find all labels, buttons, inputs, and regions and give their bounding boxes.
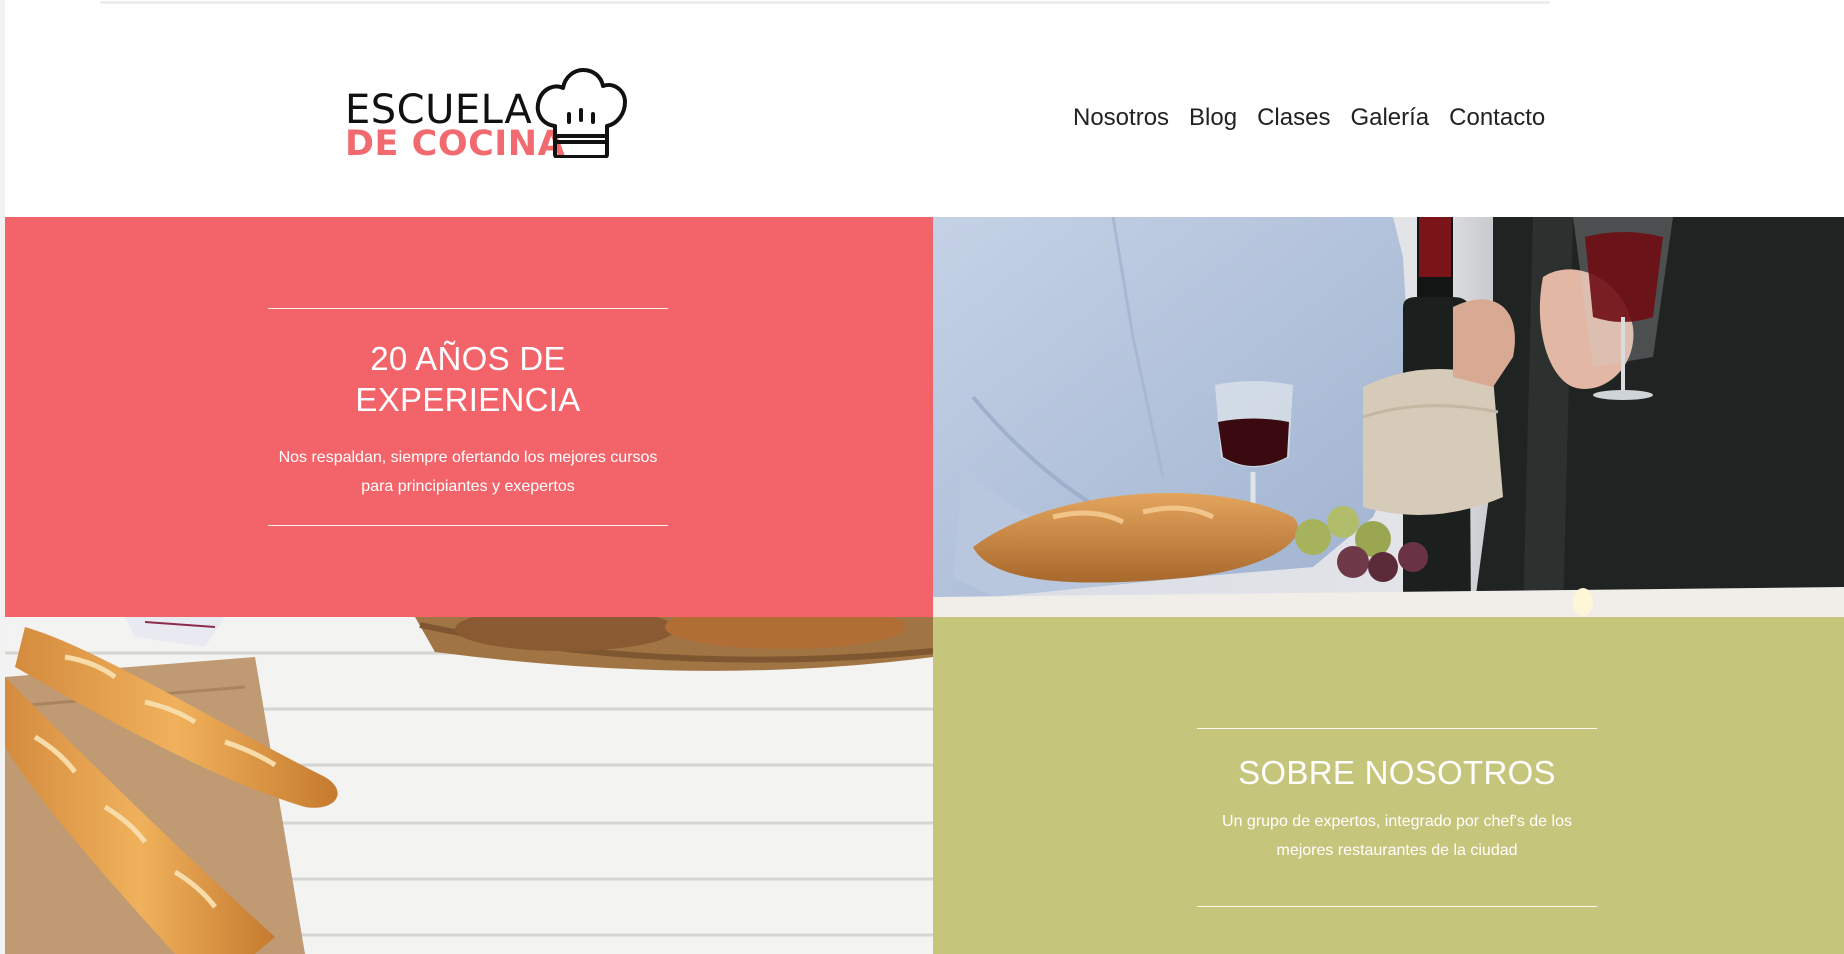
experience-text: Nos respaldan, siempre ofertando los mej… — [268, 443, 668, 501]
experience-text-line1: Nos respaldan, siempre ofertando los mej… — [278, 449, 658, 466]
about-title: SOBRE NOSOTROS — [1238, 754, 1556, 791]
experience-tile: 20 AÑOS DE EXPERIENCIA Nos respaldan, si… — [5, 217, 933, 617]
about-tile: SOBRE NOSOTROS Un grupo de expertos, int… — [933, 617, 1844, 954]
experience-title: 20 AÑOS DE EXPERIENCIA — [268, 338, 668, 420]
experience-text-line2: para principiantes y exepertos — [361, 478, 575, 495]
nav-link-galeria[interactable]: Galería — [1350, 101, 1429, 135]
divider-top — [1197, 728, 1597, 729]
brand-logo[interactable]: ESCUELA DE COCINA — [341, 64, 631, 164]
about-text-line2: mejores restaurantes de la ciudad — [1276, 842, 1518, 859]
top-scroll-shadow — [100, 1, 1550, 4]
about-block: SOBRE NOSOTROS Un grupo de expertos, int… — [1197, 728, 1597, 918]
chef-hat-icon — [535, 68, 627, 158]
nav-link-blog[interactable]: Blog — [1189, 101, 1237, 135]
nav-link-contacto[interactable]: Contacto — [1449, 101, 1545, 135]
site-header: ESCUELA DE COCINA Nosotros Blog Clases G… — [5, 6, 1844, 217]
about-text-line1: Un grupo de expertos, integrado por chef… — [1222, 813, 1572, 830]
about-text: Un grupo de expertos, integrado por chef… — [1197, 807, 1597, 865]
experience-title-line1: 20 AÑOS DE — [370, 340, 566, 377]
divider-top — [268, 308, 668, 309]
bread-table-illustration — [5, 617, 933, 954]
experience-title-line2: EXPERIENCIA — [355, 381, 581, 418]
nav-link-nosotros[interactable]: Nosotros — [1073, 101, 1169, 135]
bread-table-photo — [5, 617, 933, 954]
wine-dinner-illustration — [933, 217, 1844, 617]
wine-dinner-photo — [933, 217, 1844, 617]
divider-bottom — [1197, 906, 1597, 907]
experience-block: 20 AÑOS DE EXPERIENCIA Nos respaldan, si… — [268, 308, 668, 528]
divider-bottom — [268, 525, 668, 526]
main-nav: Nosotros Blog Clases Galería Contacto — [1073, 101, 1545, 135]
nav-link-clases[interactable]: Clases — [1257, 101, 1330, 135]
